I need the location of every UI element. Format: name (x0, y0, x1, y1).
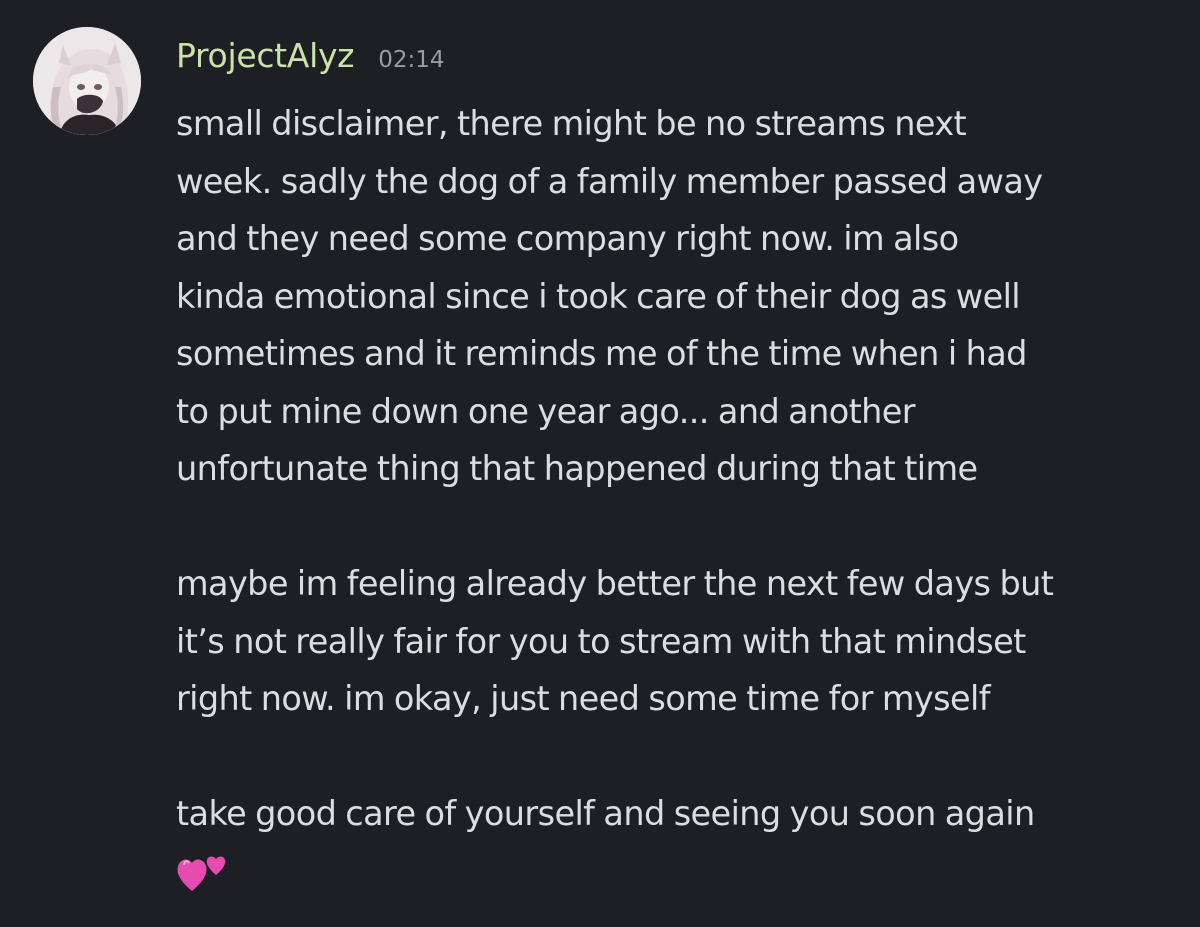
message-header: ProjectAlyz 02:14 (176, 36, 445, 75)
message-line: right now. im okay, just need some time … (176, 679, 991, 718)
timestamp[interactable]: 02:14 (378, 47, 444, 73)
message-line: take good care of yourself and seeing yo… (176, 794, 1035, 833)
avatar[interactable] (33, 27, 141, 135)
message-line: it’s not really fair for you to stream w… (176, 621, 1026, 661)
paragraph-break (176, 728, 1186, 786)
chat-message: ProjectAlyz 02:14 small disclaimer, ther… (0, 0, 1200, 927)
message-line: small disclaimer, there might be no stre… (176, 104, 967, 143)
paragraph-break (176, 498, 1186, 556)
username[interactable]: ProjectAlyz (176, 36, 355, 75)
message-line: sometimes and it reminds me of the time … (176, 334, 1027, 373)
message-line: unfortunate thing that happened during t… (176, 449, 978, 488)
message-body: small disclaimer, there might be no stre… (176, 95, 1186, 903)
two-hearts-icon[interactable] (176, 849, 228, 893)
message-line: kinda emotional since i took care of the… (176, 276, 1021, 316)
message-line: week. sadly the dog of a family member p… (176, 161, 1043, 201)
message-line: to put mine down one year ago... and ano… (176, 391, 916, 431)
message-line: maybe im feeling already better the next… (176, 564, 1054, 603)
emoji-line (176, 843, 1186, 903)
avatar-image (33, 27, 141, 135)
message-line: and they need some company right now. im… (176, 219, 959, 258)
